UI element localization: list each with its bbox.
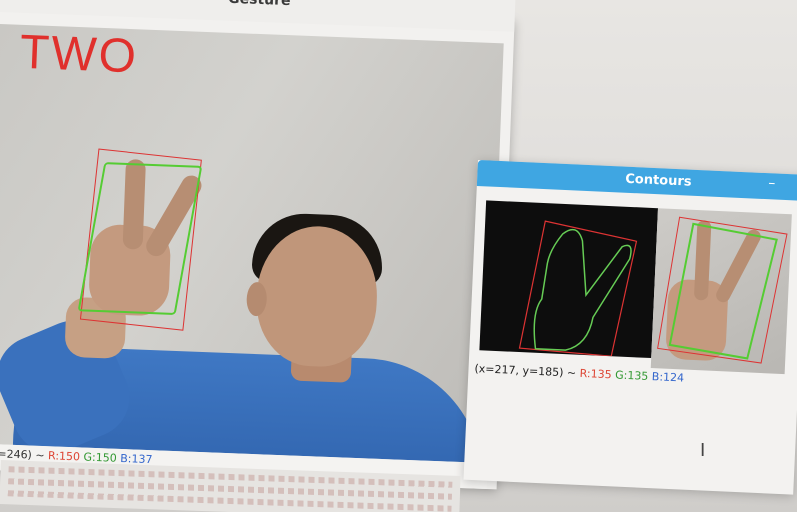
hand-contour [533,228,632,351]
hand-crop-drawing [657,216,788,364]
hand-crop-view [650,208,792,375]
status-coords: (x=217, y=185) ~ [474,362,580,380]
contour-drawing [518,220,638,357]
text-cursor-icon: I [700,440,706,461]
gesture-label: TWO [18,25,139,84]
contours-window: Contours – (x=217, y=185) ~ R:135 G:135 … [463,160,797,495]
camera-feed: TWO [0,23,504,464]
contours-window-title: Contours [624,171,692,190]
status-blue: B:124 [651,370,685,385]
contour-view [479,200,658,359]
crop-finger-2 [716,229,761,303]
status-green: G:135 [614,368,649,383]
gesture-window: Gesture – □ ✕ TWO (x=246) ~ R:150 G:150 … [0,0,516,490]
contour-bbox [518,220,638,357]
minimize-icon[interactable]: – [768,175,776,191]
status-red: R:135 [579,366,612,382]
gesture-window-title: Gesture [228,0,291,9]
